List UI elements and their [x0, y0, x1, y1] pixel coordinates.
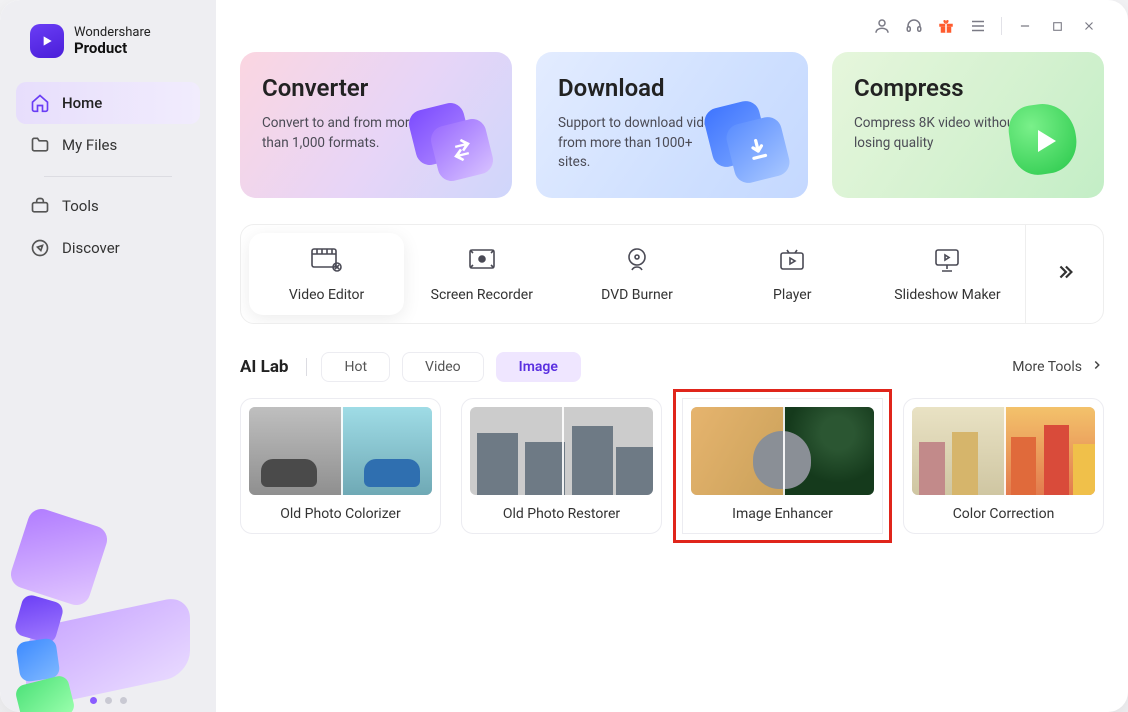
gift-icon[interactable]	[931, 11, 961, 41]
hero-desc: Compress 8K video without losing quality	[854, 114, 1024, 153]
sidebar-item-label: Tools	[62, 197, 99, 215]
slideshow-icon	[930, 245, 964, 275]
account-icon[interactable]	[867, 11, 897, 41]
sidebar-item-my-files[interactable]: My Files	[16, 124, 200, 166]
toolbox-icon	[30, 196, 50, 216]
compass-icon	[30, 238, 50, 258]
main-area: Converter Convert to and from more than …	[216, 0, 1128, 712]
video-editor-icon	[310, 245, 344, 275]
hero-card-converter[interactable]: Converter Convert to and from more than …	[240, 52, 512, 198]
brand-line1: Wondershare	[74, 26, 151, 40]
chevron-right-icon	[1090, 358, 1104, 376]
tool-strip: Video Editor Screen Recorder DVD Burner …	[240, 224, 1104, 324]
tool-label: Player	[773, 287, 811, 303]
tab-label: Video	[425, 359, 461, 375]
promo-pager[interactable]	[90, 697, 127, 704]
card-thumb	[691, 407, 874, 495]
card-thumb	[912, 407, 1095, 495]
window-maximize-icon[interactable]	[1042, 11, 1072, 41]
sidebar-item-label: Home	[62, 94, 102, 112]
compress-icon	[1004, 102, 1090, 188]
pager-dot-3[interactable]	[120, 697, 127, 704]
tab-image[interactable]: Image	[496, 352, 581, 382]
tab-label: Image	[519, 359, 558, 375]
pager-dot-1[interactable]	[90, 697, 97, 704]
hero-card-download[interactable]: Download Support to download videos from…	[536, 52, 808, 198]
tool-slideshow-maker[interactable]: Slideshow Maker	[870, 225, 1025, 323]
sidebar-item-label: My Files	[62, 136, 117, 154]
more-tools-label: More Tools	[1012, 359, 1082, 375]
ai-lab-cards: Old Photo Colorizer Old Photo Restorer I…	[240, 398, 1104, 534]
download-icon	[708, 102, 794, 188]
tool-player[interactable]: Player	[715, 225, 870, 323]
card-old-photo-colorizer[interactable]: Old Photo Colorizer	[240, 398, 441, 534]
sidebar-item-tools[interactable]: Tools	[16, 185, 200, 227]
hero-desc: Support to download videos from more tha…	[558, 114, 728, 173]
brand-text: Wondershare Product	[74, 26, 151, 57]
sidebar-item-home[interactable]: Home	[16, 82, 200, 124]
hero-card-compress[interactable]: Compress Compress 8K video without losin…	[832, 52, 1104, 198]
tool-strip-more[interactable]	[1025, 225, 1103, 323]
tool-screen-recorder[interactable]: Screen Recorder	[404, 225, 559, 323]
sidebar-item-label: Discover	[62, 239, 120, 257]
sidebar-item-discover[interactable]: Discover	[16, 227, 200, 269]
card-label: Old Photo Colorizer	[241, 495, 440, 533]
tool-label: Slideshow Maker	[894, 287, 1000, 303]
promo-illustration	[18, 516, 198, 686]
titlebar-separator	[1001, 17, 1002, 35]
sidebar-divider	[44, 176, 172, 177]
window-minimize-icon[interactable]	[1010, 11, 1040, 41]
ai-lab-tabs: Hot Video Image	[321, 352, 580, 382]
hero-title: Converter	[262, 74, 490, 102]
tool-label: Screen Recorder	[431, 287, 533, 303]
tool-label: Video Editor	[289, 287, 364, 303]
brand-line2: Product	[74, 40, 151, 57]
titlebar	[240, 0, 1104, 52]
sidebar-nav: Home My Files Tools Discover	[0, 76, 216, 269]
dvd-burner-icon	[620, 245, 654, 275]
tool-label: DVD Burner	[601, 287, 673, 303]
sidebar: Wondershare Product Home My Files	[0, 0, 216, 712]
card-label: Old Photo Restorer	[462, 495, 661, 533]
home-icon	[30, 93, 50, 113]
card-label: Color Correction	[904, 495, 1103, 533]
more-tools-link[interactable]: More Tools	[1012, 358, 1104, 376]
hero-desc: Convert to and from more than 1,000 form…	[262, 114, 432, 153]
ai-lab-separator	[306, 358, 307, 376]
hero-title: Download	[558, 74, 786, 102]
window-close-icon[interactable]	[1074, 11, 1104, 41]
pager-dot-2[interactable]	[105, 697, 112, 704]
ai-lab-header: AI Lab Hot Video Image More Tools	[240, 352, 1104, 382]
card-image-enhancer[interactable]: Image Enhancer	[682, 398, 883, 534]
card-old-photo-restorer[interactable]: Old Photo Restorer	[461, 398, 662, 534]
chevron-double-right-icon	[1054, 261, 1076, 287]
tool-video-editor[interactable]: Video Editor	[249, 233, 404, 315]
menu-icon[interactable]	[963, 11, 993, 41]
hero-row: Converter Convert to and from more than …	[240, 52, 1104, 198]
card-label: Image Enhancer	[683, 495, 882, 533]
card-thumb	[470, 407, 653, 495]
brand-logo-icon	[30, 24, 64, 58]
card-color-correction[interactable]: Color Correction	[903, 398, 1104, 534]
sidebar-promo-art	[0, 462, 216, 712]
folder-icon	[30, 135, 50, 155]
support-headset-icon[interactable]	[899, 11, 929, 41]
tab-video[interactable]: Video	[402, 352, 484, 382]
screen-recorder-icon	[465, 245, 499, 275]
tool-dvd-burner[interactable]: DVD Burner	[559, 225, 714, 323]
tab-hot[interactable]: Hot	[321, 352, 390, 382]
card-thumb	[249, 407, 432, 495]
ai-lab-title: AI Lab	[240, 357, 288, 377]
app-window: Wondershare Product Home My Files	[0, 0, 1128, 712]
player-icon	[775, 245, 809, 275]
hero-title: Compress	[854, 74, 1082, 102]
converter-icon	[412, 102, 498, 188]
tab-label: Hot	[344, 359, 367, 375]
brand: Wondershare Product	[0, 0, 216, 76]
